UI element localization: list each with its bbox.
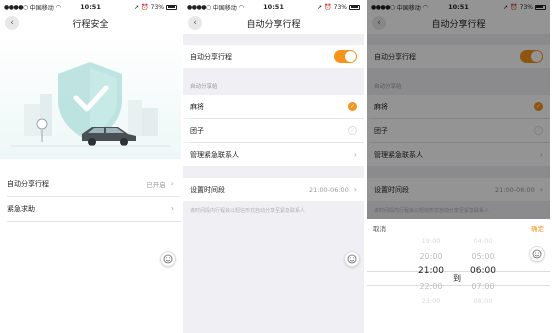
page-title: 自动分享行程 (246, 19, 301, 30)
carrier-label: 中国移动 (29, 4, 54, 12)
time-range-note: 该时间段内行程会以短信形式自动分享至紧急联系人 (190, 208, 306, 214)
contact-row[interactable]: 团子 ✓ (183, 119, 364, 142)
picker-header: 取消 确定 (367, 219, 550, 237)
wheel-option[interactable]: 04:00 (463, 234, 503, 249)
wheel-option[interactable]: 07:00 (463, 279, 503, 294)
battery-label: 73% (333, 3, 348, 11)
cancel-button[interactable]: 取消 (373, 223, 386, 233)
manage-contacts-row[interactable]: 管理紧急联系人 › (183, 143, 364, 166)
pin-icon (36, 118, 48, 130)
smiley-icon (163, 254, 173, 264)
time-range-row[interactable]: 设置时间段 21:00-06:00 › (183, 178, 364, 201)
screenshot-collage: ●●●●○ 中国移动 ◠ 10:51 ➚ ⏰ 73% ‹ 行程安全 自动分享行程… (0, 0, 553, 333)
row-label: 自动分享行程 (7, 179, 49, 188)
chevron-left-icon: ‹ (193, 17, 197, 28)
customer-service-button[interactable] (160, 251, 176, 267)
unchecked-icon[interactable]: ✓ (348, 126, 357, 135)
wheel-option[interactable]: 20:00 (411, 249, 451, 264)
checked-icon[interactable]: ✓ (348, 102, 357, 111)
divider (7, 221, 181, 222)
manage-contacts-label: 管理紧急联系人 (190, 150, 239, 159)
page-title: 行程安全 (72, 19, 109, 30)
chevron-right-icon: › (353, 150, 357, 159)
customer-service-button[interactable] (529, 246, 545, 262)
safety-illustration (0, 34, 181, 159)
chevron-right-icon: › (170, 204, 174, 213)
time-picker-screen: ●●●●○ 中国移动 ◠ 10:51 ➚ ⏰ 73% ‹ 自动分享行程 自动分享行程 自… (367, 0, 550, 333)
chevron-left-icon: ‹ (10, 17, 14, 28)
status-time: 10:51 (80, 3, 101, 11)
alarm-icon: ⏰ (324, 3, 332, 11)
time-range-label: 设置时间段 (190, 185, 225, 194)
shield-car-illustration (10, 62, 170, 147)
location-icon: ➚ (317, 3, 323, 11)
modal-overlay[interactable] (367, 0, 550, 219)
wheel-selected-option[interactable]: 06:00 (463, 264, 503, 279)
wheel-option[interactable]: 19:00 (411, 234, 451, 249)
to-label: 到 (453, 274, 461, 283)
location-icon: ➚ (134, 3, 140, 11)
wifi-icon: ◠ (238, 3, 244, 11)
section-title: 自动分享给 (190, 84, 218, 90)
wheel-option[interactable]: 23:00 (411, 294, 451, 309)
auto-share-toggle-row: 自动分享行程 (183, 45, 364, 68)
nav-bar: ‹ 行程安全 (0, 12, 181, 34)
chevron-right-icon: › (170, 179, 174, 188)
smiley-icon (347, 254, 357, 264)
trip-safety-screen: ●●●●○ 中国移动 ◠ 10:51 ➚ ⏰ 73% ‹ 行程安全 自动分享行程… (0, 0, 181, 333)
confirm-button[interactable]: 确定 (531, 223, 544, 233)
time-picker-sheet: 取消 确定 19:00 20:00 21:00 22:00 23:00 到 04… (367, 219, 550, 333)
end-hour-wheel[interactable]: 04:00 05:00 06:00 07:00 08:00 (463, 234, 503, 309)
auto-share-row[interactable]: 自动分享行程 已开启 › (0, 172, 181, 195)
emergency-help-row[interactable]: 紧急求助 › (0, 197, 181, 220)
battery-icon (166, 4, 178, 10)
battery-label: 73% (150, 3, 165, 11)
wheel-option[interactable]: 08:00 (463, 294, 503, 309)
battery-icon (349, 4, 361, 10)
back-button[interactable]: ‹ (5, 16, 19, 30)
signal-icon: ●●●●○ (187, 3, 211, 11)
contact-name: 团子 (190, 126, 204, 135)
row-status: 已开启 (146, 180, 166, 189)
carrier-label: 中国移动 (212, 4, 237, 12)
wheel-option[interactable]: 05:00 (463, 249, 503, 264)
row-label: 紧急求助 (7, 204, 35, 213)
toggle-label: 自动分享行程 (190, 52, 232, 61)
nav-bar: ‹ 自动分享行程 (183, 12, 364, 34)
auto-share-toggle[interactable] (334, 50, 357, 63)
alarm-icon: ⏰ (141, 3, 149, 11)
chevron-right-icon: › (353, 185, 357, 194)
status-time: 10:51 (263, 3, 284, 11)
contact-row[interactable]: 麻将 ✓ (183, 95, 364, 118)
time-range-value: 21:00-06:00 (308, 185, 349, 194)
contact-name: 麻将 (190, 102, 204, 111)
start-hour-wheel[interactable]: 19:00 20:00 21:00 22:00 23:00 (411, 234, 451, 309)
wifi-icon: ◠ (55, 3, 61, 11)
signal-icon: ●●●●○ (4, 3, 28, 11)
customer-service-button[interactable] (344, 251, 360, 267)
back-button[interactable]: ‹ (188, 16, 202, 30)
auto-share-screen: ●●●●○ 中国移动 ◠ 10:51 ➚ ⏰ 73% ‹ 自动分享行程 自动分享行程 自… (183, 0, 364, 333)
wheel-selected-option[interactable]: 21:00 (411, 264, 451, 279)
wheel-option[interactable]: 22:00 (411, 279, 451, 294)
smiley-icon (532, 249, 542, 259)
